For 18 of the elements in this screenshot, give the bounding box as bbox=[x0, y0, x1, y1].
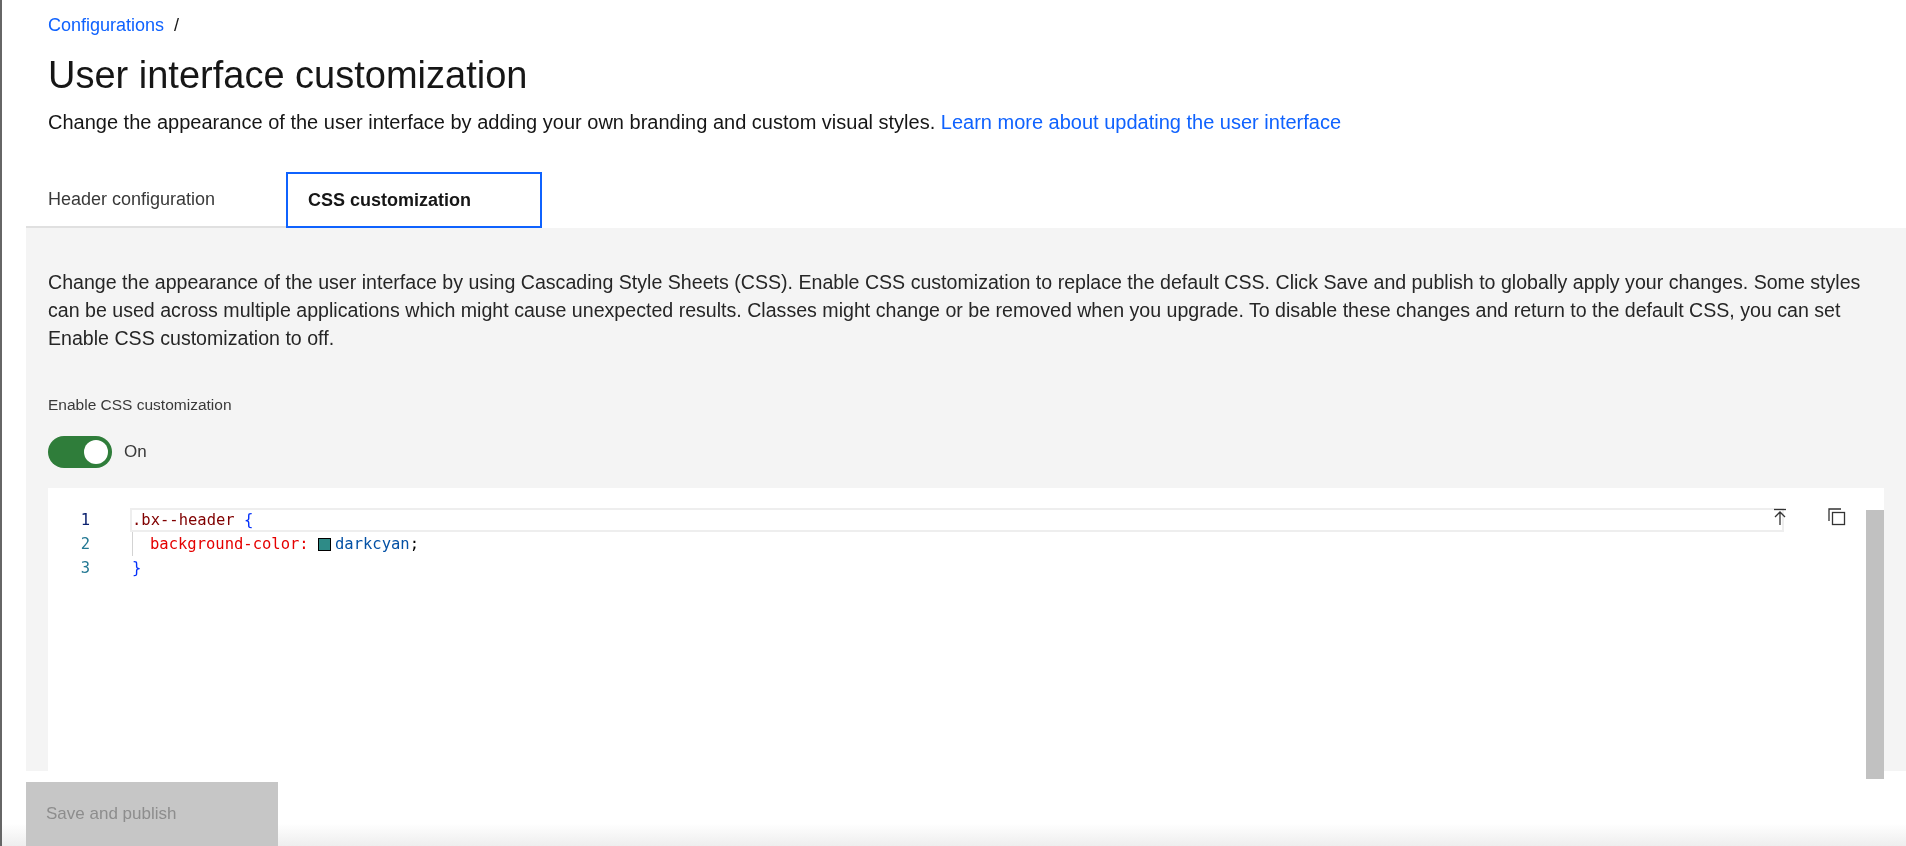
line-number: 1 bbox=[79, 511, 91, 529]
toggle-label: Enable CSS customization bbox=[48, 396, 233, 414]
toggle-switch[interactable] bbox=[48, 436, 112, 468]
code-line: } bbox=[131, 558, 143, 579]
toggle-state: On bbox=[124, 442, 147, 462]
scrollbar[interactable] bbox=[1866, 510, 1884, 779]
line-number: 3 bbox=[79, 559, 91, 577]
learn-more-link[interactable]: Learn more about updating the user interface bbox=[940, 111, 1342, 133]
code-line: background-color: darkcyan; bbox=[130, 532, 1784, 556]
tab[interactable]: CSS customization bbox=[286, 172, 542, 228]
page-title: User interface customization bbox=[48, 54, 529, 97]
upload-icon[interactable] bbox=[1772, 508, 1788, 526]
copy-icon[interactable] bbox=[1828, 508, 1846, 526]
breadcrumb-link[interactable]: Configurations bbox=[48, 15, 165, 36]
line-number: 2 bbox=[79, 535, 91, 553]
panel-description: Change the appearance of the user interface by using Cascading Style Sheets (CSS). Enable CSS customization to replace the default CSS. Click Save and publish to globally apply your changes. Some styles can be used across multiple applications which might cause unexpected results. Classes might change or be removed when you upgrade. To disable these changes and return to the default CSS, you can set Enable CSS customization to off. bbox=[48, 270, 1862, 351]
page-description: Change the appearance of the user interface by adding your own branding and custom visual styles. Learn more about updating the user interface bbox=[48, 111, 1343, 134]
breadcrumb-separator: / bbox=[174, 15, 180, 36]
